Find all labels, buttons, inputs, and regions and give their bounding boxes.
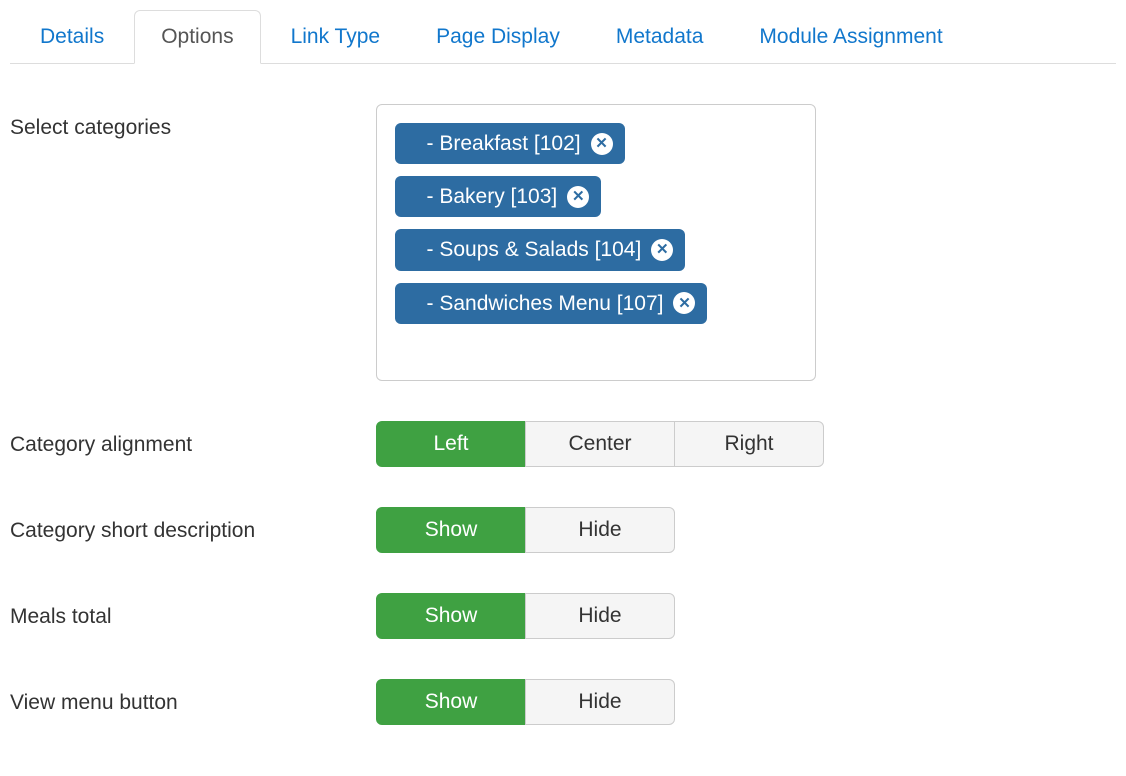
short-desc-toggle: Show Hide bbox=[376, 507, 675, 553]
close-icon[interactable]: ✕ bbox=[567, 186, 589, 208]
meals-total-show[interactable]: Show bbox=[376, 593, 526, 639]
category-tag-label: - Sandwiches Menu [107] bbox=[409, 291, 663, 316]
meals-total-toggle: Show Hide bbox=[376, 593, 675, 639]
category-tag[interactable]: - Soups & Salads [104] ✕ bbox=[395, 229, 685, 270]
tab-module-assignment[interactable]: Module Assignment bbox=[733, 11, 968, 63]
row-category-alignment: Category alignment Left Center Right bbox=[10, 421, 1116, 467]
category-tag-label: - Soups & Salads [104] bbox=[409, 237, 641, 262]
tab-options[interactable]: Options bbox=[134, 10, 260, 64]
label-select-categories: Select categories bbox=[10, 104, 376, 140]
tab-metadata[interactable]: Metadata bbox=[590, 11, 730, 63]
category-tag-label: - Breakfast [102] bbox=[409, 131, 581, 156]
alignment-option-right[interactable]: Right bbox=[674, 421, 824, 467]
row-meals-total: Meals total Show Hide bbox=[10, 593, 1116, 639]
categories-select[interactable]: - Breakfast [102] ✕ - Bakery [103] ✕ - Sou… bbox=[376, 104, 816, 381]
view-menu-show[interactable]: Show bbox=[376, 679, 526, 725]
alignment-option-center[interactable]: Center bbox=[525, 421, 675, 467]
short-desc-show[interactable]: Show bbox=[376, 507, 526, 553]
alignment-toggle: Left Center Right bbox=[376, 421, 824, 467]
category-tag[interactable]: - Sandwiches Menu [107] ✕ bbox=[395, 283, 707, 324]
meals-total-hide[interactable]: Hide bbox=[525, 593, 675, 639]
row-select-categories: Select categories - Breakfast [102] ✕ - B… bbox=[10, 104, 1116, 381]
close-icon[interactable]: ✕ bbox=[673, 292, 695, 314]
tab-details[interactable]: Details bbox=[14, 11, 130, 63]
tab-page-display[interactable]: Page Display bbox=[410, 11, 586, 63]
category-tag[interactable]: - Bakery [103] ✕ bbox=[395, 176, 601, 217]
label-category-short-description: Category short description bbox=[10, 507, 376, 543]
alignment-option-left[interactable]: Left bbox=[376, 421, 526, 467]
category-tag-label: - Bakery [103] bbox=[409, 184, 557, 209]
category-tag[interactable]: - Breakfast [102] ✕ bbox=[395, 123, 625, 164]
short-desc-hide[interactable]: Hide bbox=[525, 507, 675, 553]
row-view-menu-button: View menu button Show Hide bbox=[10, 679, 1116, 725]
view-menu-toggle: Show Hide bbox=[376, 679, 675, 725]
tab-link-type[interactable]: Link Type bbox=[265, 11, 407, 63]
view-menu-hide[interactable]: Hide bbox=[525, 679, 675, 725]
label-category-alignment: Category alignment bbox=[10, 421, 376, 457]
label-view-menu-button: View menu button bbox=[10, 679, 376, 715]
tab-bar: Details Options Link Type Page Display M… bbox=[10, 10, 1116, 64]
label-meals-total: Meals total bbox=[10, 593, 376, 629]
row-category-short-description: Category short description Show Hide bbox=[10, 507, 1116, 553]
close-icon[interactable]: ✕ bbox=[651, 239, 673, 261]
close-icon[interactable]: ✕ bbox=[591, 133, 613, 155]
